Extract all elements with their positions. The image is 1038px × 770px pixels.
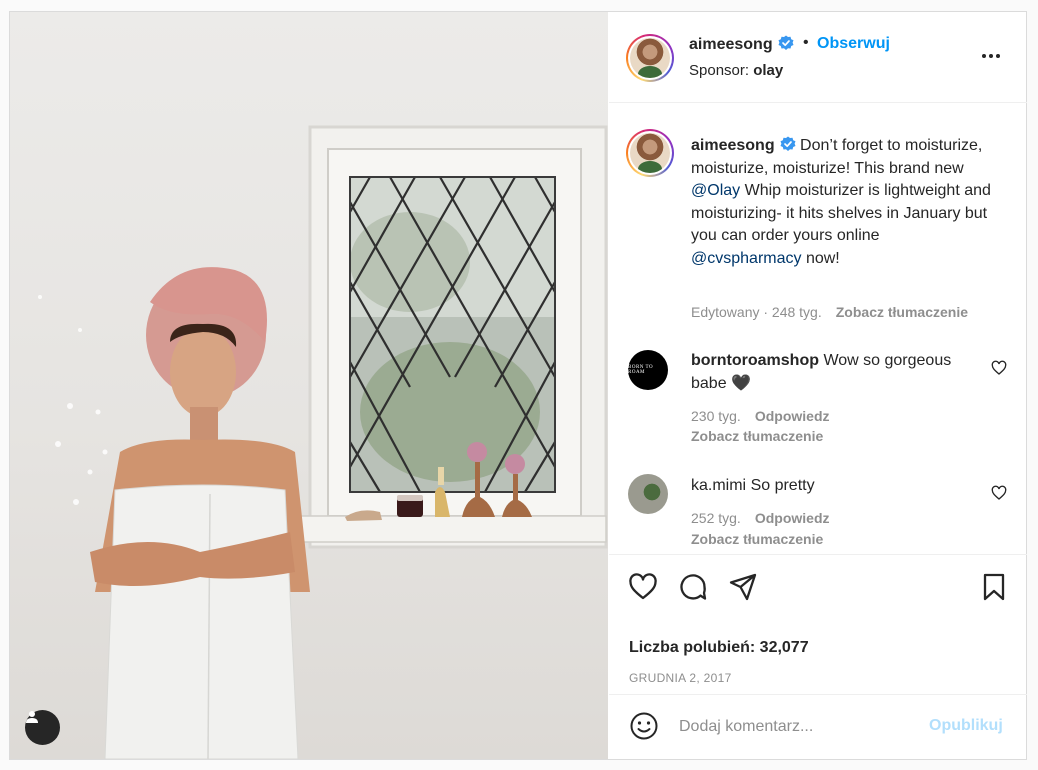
user-tag-button[interactable] <box>25 710 60 745</box>
comments-section[interactable]: aimeesong Don’t forget to moisturize, mo… <box>609 104 1027 554</box>
caption-username[interactable]: aimeesong <box>691 137 775 154</box>
add-comment-bar: Opublikuj <box>609 694 1027 759</box>
comment-username[interactable]: borntoroamshop <box>691 352 819 369</box>
commenter-avatar[interactable] <box>628 474 668 514</box>
comment-time: 230 tyg. <box>691 408 741 424</box>
caption-body-3: now! <box>801 249 840 267</box>
emoji-icon[interactable] <box>629 711 659 741</box>
comment-like-heart-icon[interactable] <box>991 485 1007 501</box>
caption-meta: Edytowany · 248 tyg. <box>691 304 822 320</box>
likes-count[interactable]: Liczba polubień: 32,077 <box>629 639 809 657</box>
comment-icon[interactable] <box>678 572 708 602</box>
reply-button[interactable]: Odpowiedz <box>755 408 830 424</box>
mention-olay[interactable]: @Olay <box>691 182 740 199</box>
publish-button[interactable]: Opublikuj <box>929 717 1003 735</box>
header-separator: • <box>803 34 809 51</box>
caption-translate-link[interactable]: Zobacz tłumaczenie <box>836 304 968 320</box>
caption-text: aimeesong Don’t forget to moisturize, mo… <box>691 135 991 271</box>
heart-icon[interactable] <box>628 572 658 602</box>
author-avatar[interactable] <box>626 34 674 82</box>
share-icon[interactable] <box>728 572 758 602</box>
post-date: GRUDNIA 2, 2017 <box>629 671 732 685</box>
comment-username[interactable]: ka.mimi <box>691 477 746 494</box>
sponsor-line: Sponsor: olay <box>689 62 783 79</box>
more-options-icon[interactable] <box>979 44 1003 68</box>
comment-time: 252 tyg. <box>691 510 741 526</box>
post-modal: aimeesong • Obserwuj Sponsor: olay aimee… <box>9 11 1027 760</box>
comment-text: borntoroamshop Wow so gorgeous babe 🖤 <box>691 350 981 395</box>
verified-badge-icon <box>780 136 796 151</box>
follow-button[interactable]: Obserwuj <box>817 35 890 53</box>
sponsor-name[interactable]: olay <box>753 62 783 79</box>
post-photo[interactable] <box>10 12 608 759</box>
post-header: aimeesong • Obserwuj Sponsor: olay <box>609 12 1027 103</box>
post-actions: Liczba polubień: 32,077 GRUDNIA 2, 2017 <box>609 554 1027 694</box>
mention-cvspharmacy[interactable]: @cvspharmacy <box>691 250 802 267</box>
comment-text: ka.mimi So pretty <box>691 475 981 498</box>
comment-translate-link[interactable]: Zobacz tłumaczenie <box>691 428 823 444</box>
author-username[interactable]: aimeesong <box>689 36 773 53</box>
caption-author-avatar[interactable] <box>626 129 674 177</box>
comment-translate-link[interactable]: Zobacz tłumaczenie <box>691 531 823 547</box>
verified-badge-icon <box>778 35 794 50</box>
user-tag-icon <box>26 711 38 723</box>
sponsor-label: Sponsor: <box>689 62 750 79</box>
comment-like-heart-icon[interactable] <box>991 360 1007 376</box>
bookmark-icon[interactable] <box>979 572 1009 602</box>
reply-button[interactable]: Odpowiedz <box>755 510 830 526</box>
commenter-avatar[interactable]: BORN TO ROAM <box>628 350 668 390</box>
comment-input[interactable] <box>679 713 909 741</box>
post-side-panel: aimeesong • Obserwuj Sponsor: olay aimee… <box>609 12 1027 759</box>
comment-body: So pretty <box>750 477 815 494</box>
photo-illustration <box>38 125 608 759</box>
